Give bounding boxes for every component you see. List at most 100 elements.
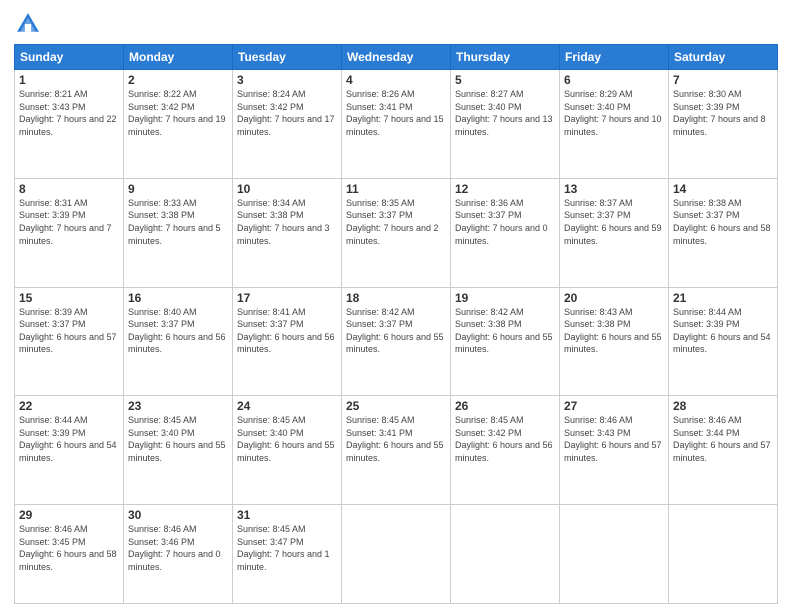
logo-icon [14,10,42,38]
day-info: Sunrise: 8:41 AMSunset: 3:37 PMDaylight:… [237,306,337,356]
day-info: Sunrise: 8:24 AMSunset: 3:42 PMDaylight:… [237,88,337,138]
day-number: 23 [128,399,228,413]
day-info: Sunrise: 8:21 AMSunset: 3:43 PMDaylight:… [19,88,119,138]
day-number: 1 [19,73,119,87]
day-info: Sunrise: 8:44 AMSunset: 3:39 PMDaylight:… [19,414,119,464]
day-info: Sunrise: 8:39 AMSunset: 3:37 PMDaylight:… [19,306,119,356]
day-number: 20 [564,291,664,305]
logo-area [14,10,46,38]
calendar-table: SundayMondayTuesdayWednesdayThursdayFrid… [14,44,778,604]
day-number: 24 [237,399,337,413]
day-number: 18 [346,291,446,305]
calendar-cell: 25Sunrise: 8:45 AMSunset: 3:41 PMDayligh… [342,396,451,505]
day-number: 9 [128,182,228,196]
calendar-cell: 10Sunrise: 8:34 AMSunset: 3:38 PMDayligh… [233,178,342,287]
calendar-cell: 4Sunrise: 8:26 AMSunset: 3:41 PMDaylight… [342,70,451,179]
day-info: Sunrise: 8:45 AMSunset: 3:40 PMDaylight:… [237,414,337,464]
calendar-cell: 19Sunrise: 8:42 AMSunset: 3:38 PMDayligh… [451,287,560,396]
day-info: Sunrise: 8:35 AMSunset: 3:37 PMDaylight:… [346,197,446,247]
day-number: 21 [673,291,773,305]
week-row-4: 22Sunrise: 8:44 AMSunset: 3:39 PMDayligh… [15,396,778,505]
day-header-sunday: Sunday [15,45,124,70]
week-row-1: 1Sunrise: 8:21 AMSunset: 3:43 PMDaylight… [15,70,778,179]
day-header-monday: Monday [124,45,233,70]
day-number: 16 [128,291,228,305]
calendar-cell: 9Sunrise: 8:33 AMSunset: 3:38 PMDaylight… [124,178,233,287]
calendar-cell: 14Sunrise: 8:38 AMSunset: 3:37 PMDayligh… [669,178,778,287]
calendar-cell: 17Sunrise: 8:41 AMSunset: 3:37 PMDayligh… [233,287,342,396]
day-number: 13 [564,182,664,196]
day-number: 26 [455,399,555,413]
calendar-cell: 22Sunrise: 8:44 AMSunset: 3:39 PMDayligh… [15,396,124,505]
calendar-cell [451,505,560,604]
day-number: 6 [564,73,664,87]
day-info: Sunrise: 8:27 AMSunset: 3:40 PMDaylight:… [455,88,555,138]
day-info: Sunrise: 8:46 AMSunset: 3:45 PMDaylight:… [19,523,119,573]
day-info: Sunrise: 8:29 AMSunset: 3:40 PMDaylight:… [564,88,664,138]
day-number: 4 [346,73,446,87]
day-info: Sunrise: 8:46 AMSunset: 3:46 PMDaylight:… [128,523,228,573]
calendar-cell: 13Sunrise: 8:37 AMSunset: 3:37 PMDayligh… [560,178,669,287]
day-header-thursday: Thursday [451,45,560,70]
day-header-friday: Friday [560,45,669,70]
calendar-cell: 7Sunrise: 8:30 AMSunset: 3:39 PMDaylight… [669,70,778,179]
day-number: 22 [19,399,119,413]
calendar-cell [560,505,669,604]
day-info: Sunrise: 8:36 AMSunset: 3:37 PMDaylight:… [455,197,555,247]
day-number: 29 [19,508,119,522]
day-number: 17 [237,291,337,305]
day-header-wednesday: Wednesday [342,45,451,70]
calendar-cell: 6Sunrise: 8:29 AMSunset: 3:40 PMDaylight… [560,70,669,179]
day-number: 27 [564,399,664,413]
day-info: Sunrise: 8:37 AMSunset: 3:37 PMDaylight:… [564,197,664,247]
day-number: 10 [237,182,337,196]
day-info: Sunrise: 8:30 AMSunset: 3:39 PMDaylight:… [673,88,773,138]
day-info: Sunrise: 8:31 AMSunset: 3:39 PMDaylight:… [19,197,119,247]
day-number: 12 [455,182,555,196]
day-info: Sunrise: 8:22 AMSunset: 3:42 PMDaylight:… [128,88,228,138]
day-info: Sunrise: 8:46 AMSunset: 3:43 PMDaylight:… [564,414,664,464]
day-number: 2 [128,73,228,87]
day-info: Sunrise: 8:45 AMSunset: 3:40 PMDaylight:… [128,414,228,464]
calendar-cell: 29Sunrise: 8:46 AMSunset: 3:45 PMDayligh… [15,505,124,604]
calendar-cell: 28Sunrise: 8:46 AMSunset: 3:44 PMDayligh… [669,396,778,505]
week-row-5: 29Sunrise: 8:46 AMSunset: 3:45 PMDayligh… [15,505,778,604]
day-number: 11 [346,182,446,196]
calendar-cell: 23Sunrise: 8:45 AMSunset: 3:40 PMDayligh… [124,396,233,505]
day-info: Sunrise: 8:45 AMSunset: 3:41 PMDaylight:… [346,414,446,464]
week-row-2: 8Sunrise: 8:31 AMSunset: 3:39 PMDaylight… [15,178,778,287]
day-number: 25 [346,399,446,413]
calendar-cell: 5Sunrise: 8:27 AMSunset: 3:40 PMDaylight… [451,70,560,179]
day-number: 3 [237,73,337,87]
calendar-cell [669,505,778,604]
calendar-cell: 18Sunrise: 8:42 AMSunset: 3:37 PMDayligh… [342,287,451,396]
calendar-cell: 2Sunrise: 8:22 AMSunset: 3:42 PMDaylight… [124,70,233,179]
day-number: 5 [455,73,555,87]
calendar-cell: 21Sunrise: 8:44 AMSunset: 3:39 PMDayligh… [669,287,778,396]
day-info: Sunrise: 8:38 AMSunset: 3:37 PMDaylight:… [673,197,773,247]
calendar-cell: 8Sunrise: 8:31 AMSunset: 3:39 PMDaylight… [15,178,124,287]
calendar-cell: 16Sunrise: 8:40 AMSunset: 3:37 PMDayligh… [124,287,233,396]
header [14,10,778,38]
calendar-cell: 24Sunrise: 8:45 AMSunset: 3:40 PMDayligh… [233,396,342,505]
day-number: 8 [19,182,119,196]
calendar-cell: 20Sunrise: 8:43 AMSunset: 3:38 PMDayligh… [560,287,669,396]
day-number: 7 [673,73,773,87]
calendar-cell: 15Sunrise: 8:39 AMSunset: 3:37 PMDayligh… [15,287,124,396]
day-info: Sunrise: 8:40 AMSunset: 3:37 PMDaylight:… [128,306,228,356]
day-info: Sunrise: 8:45 AMSunset: 3:47 PMDaylight:… [237,523,337,573]
calendar-cell: 12Sunrise: 8:36 AMSunset: 3:37 PMDayligh… [451,178,560,287]
calendar-cell [342,505,451,604]
day-number: 14 [673,182,773,196]
day-info: Sunrise: 8:43 AMSunset: 3:38 PMDaylight:… [564,306,664,356]
calendar-cell: 26Sunrise: 8:45 AMSunset: 3:42 PMDayligh… [451,396,560,505]
week-row-3: 15Sunrise: 8:39 AMSunset: 3:37 PMDayligh… [15,287,778,396]
day-info: Sunrise: 8:26 AMSunset: 3:41 PMDaylight:… [346,88,446,138]
day-info: Sunrise: 8:44 AMSunset: 3:39 PMDaylight:… [673,306,773,356]
calendar-cell: 3Sunrise: 8:24 AMSunset: 3:42 PMDaylight… [233,70,342,179]
day-info: Sunrise: 8:42 AMSunset: 3:37 PMDaylight:… [346,306,446,356]
calendar-cell: 31Sunrise: 8:45 AMSunset: 3:47 PMDayligh… [233,505,342,604]
day-header-saturday: Saturday [669,45,778,70]
calendar-cell: 27Sunrise: 8:46 AMSunset: 3:43 PMDayligh… [560,396,669,505]
day-info: Sunrise: 8:34 AMSunset: 3:38 PMDaylight:… [237,197,337,247]
